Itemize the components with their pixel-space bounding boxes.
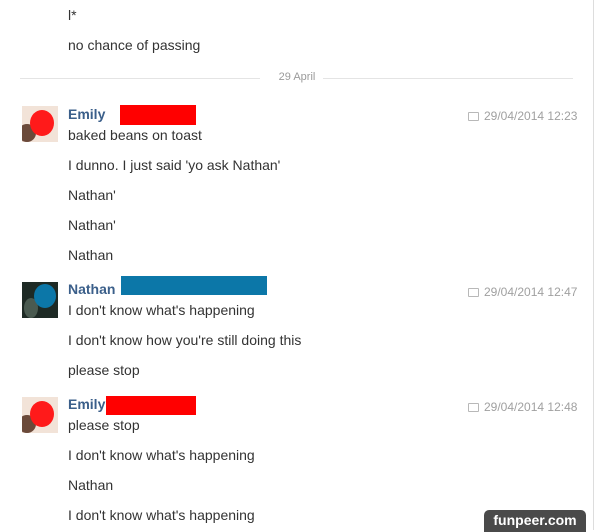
name-redaction — [106, 396, 196, 415]
chat-bubble-icon — [468, 112, 479, 121]
message-timestamp[interactable]: 29/04/2014 12:23 — [468, 109, 577, 123]
separator-line — [323, 78, 573, 79]
avatar-face-redaction — [30, 110, 54, 136]
timestamp-text: 29/04/2014 12:23 — [484, 109, 578, 123]
message-text: no chance of passing — [68, 37, 201, 53]
avatar[interactable] — [22, 106, 58, 142]
name-redaction — [121, 276, 267, 295]
message-text: Nathan — [68, 247, 114, 263]
message-text: I don't know how you're still doing this — [68, 332, 302, 348]
date-separator: 29 April — [20, 71, 573, 85]
message-timestamp[interactable]: 29/04/2014 12:48 — [468, 400, 577, 414]
timestamp-text: 29/04/2014 12:48 — [484, 400, 578, 414]
name-redaction — [120, 105, 196, 125]
message-text: Nathan' — [68, 187, 116, 203]
message-text: Nathan' — [68, 217, 116, 233]
avatar[interactable] — [22, 397, 58, 433]
message-text: I don't know what's happening — [68, 507, 255, 523]
message-text: I dunno. I just said 'yo ask Nathan' — [68, 157, 281, 173]
sender-name[interactable]: Nathan — [68, 281, 115, 297]
avatar-face-redaction — [30, 401, 54, 427]
message-text: Nathan — [68, 477, 114, 493]
sender-name[interactable]: Emily — [68, 106, 105, 122]
avatar-face-redaction — [34, 284, 56, 308]
chat-bubble-icon — [468, 403, 479, 412]
message-text: l* — [68, 7, 77, 23]
avatar[interactable] — [22, 282, 58, 318]
date-label: 29 April — [278, 71, 316, 83]
sender-name[interactable]: Emily — [68, 396, 105, 412]
chat-bubble-icon — [468, 288, 479, 297]
panel-border — [593, 0, 594, 530]
message-text: baked beans on toast — [68, 127, 202, 143]
message-timestamp[interactable]: 29/04/2014 12:47 — [468, 285, 577, 299]
message-text: I don't know what's happening — [68, 447, 255, 463]
separator-line — [20, 78, 260, 79]
timestamp-text: 29/04/2014 12:47 — [484, 285, 578, 299]
message-text: please stop — [68, 417, 140, 433]
message-text: I don't know what's happening — [68, 302, 255, 318]
watermark-badge: funpeer.com — [484, 510, 586, 532]
message-text: please stop — [68, 362, 140, 378]
